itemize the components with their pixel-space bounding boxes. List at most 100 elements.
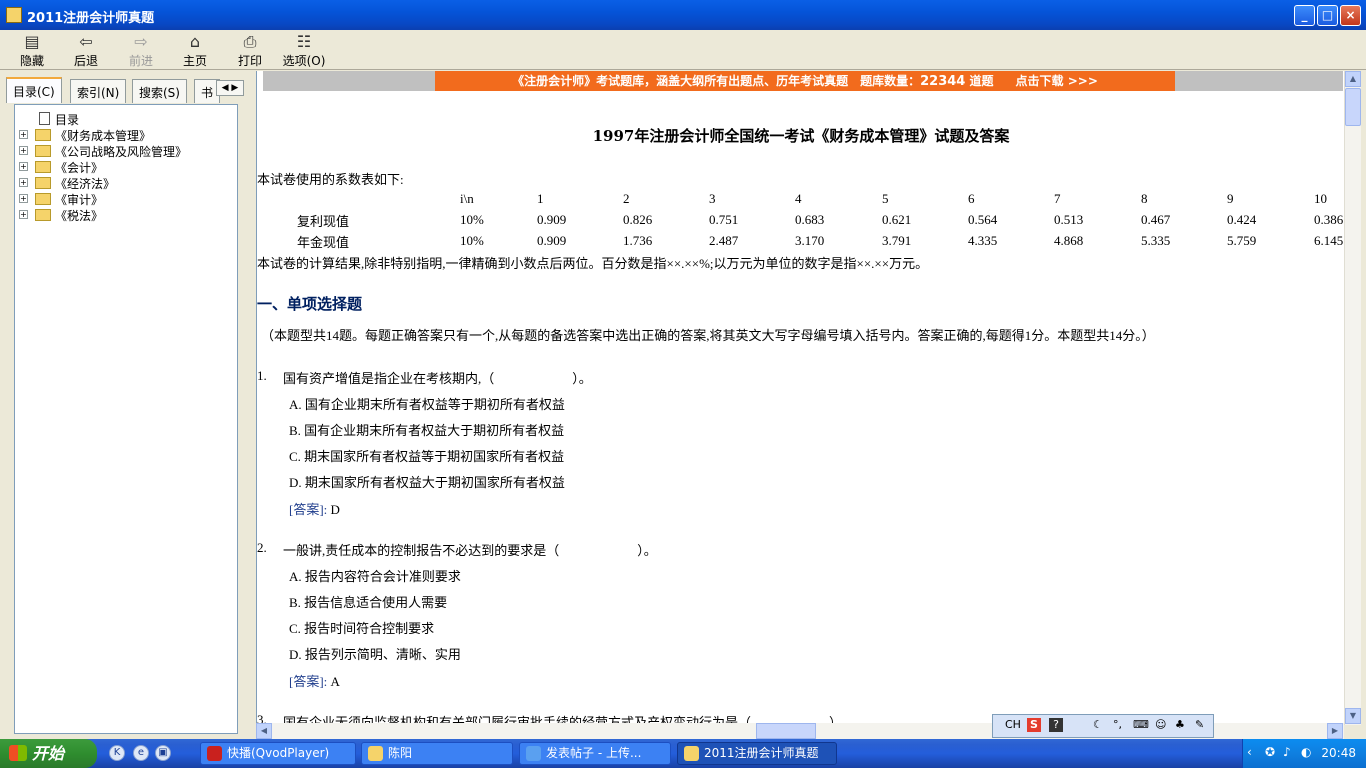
answer-value: A: [330, 674, 340, 689]
tray-expand-icon[interactable]: ‹: [1247, 745, 1252, 759]
question-option: B. 国有企业期末所有者权益大于期初所有者权益: [289, 423, 565, 438]
security-shield-icon[interactable]: ◐: [1301, 745, 1311, 759]
ime-toolbar[interactable]: CH S ? ☾ °, ⌨ ☺ ♣ ✎: [992, 714, 1214, 738]
task-label: 2011注册会计师真题: [704, 746, 819, 760]
banner-text: 《注册会计师》考试题库，涵盖大纲所有出题点、历年考试真题 题库数量：: [512, 74, 921, 88]
volume-icon[interactable]: ♪: [1283, 745, 1291, 759]
window-titlebar[interactable]: 2011注册会计师真题 _ □ ×: [0, 0, 1366, 30]
expand-icon[interactable]: +: [19, 130, 28, 139]
ime-language[interactable]: CH: [1005, 718, 1021, 731]
expand-icon[interactable]: +: [19, 210, 28, 219]
coef-value: 4.335: [968, 233, 998, 248]
coef-value: 0.513: [1054, 212, 1084, 227]
back-arrow-icon: ⇦: [79, 32, 93, 51]
home-button[interactable]: ⌂ 主页: [171, 33, 219, 69]
start-button[interactable]: 开始: [0, 739, 97, 768]
nav-tabs: 目录(C) 索引(N) 搜索(S) 书: [6, 77, 246, 103]
maximize-button[interactable]: □: [1317, 5, 1338, 26]
section-heading: 一、单项选择题: [257, 295, 363, 313]
options-label: 选项(O): [282, 54, 326, 68]
coef-value: 0.424: [1227, 212, 1257, 227]
tree-item-label: 《会计》: [55, 161, 104, 175]
toolbar: ▤ 隐藏 ⇦ 后退 ⇨ 前进 ⌂ 主页 ⎙ 打印 ☷ 选项(O): [0, 30, 1366, 70]
question-text: 国有资产增值是指企业在考核期内,（ ）。: [283, 371, 592, 386]
tab-scroll-arrows[interactable]: ◀ ▶: [216, 80, 244, 96]
question-number: 1.: [257, 368, 267, 383]
expand-icon[interactable]: +: [19, 178, 28, 187]
hide-label: 隐藏: [19, 54, 44, 68]
expand-icon[interactable]: +: [19, 194, 28, 203]
scroll-right-icon[interactable]: ▶: [1327, 723, 1343, 739]
question-number: 2.: [257, 540, 267, 555]
coef-col: 2: [623, 191, 630, 206]
sogou-icon[interactable]: S: [1027, 718, 1041, 732]
expand-icon[interactable]: +: [19, 162, 28, 171]
coef-value: 3.791: [882, 233, 912, 248]
ad-banner[interactable]: 《注册会计师》考试题库，涵盖大纲所有出题点、历年考试真题 题库数量：22344 …: [435, 71, 1175, 91]
scroll-up-icon[interactable]: ▲: [1345, 71, 1361, 87]
tree-item-label: 《公司战略及风险管理》: [55, 145, 188, 159]
contents-tree: 目录 + 《财务成本管理》 + 《公司战略及风险管理》 + 《会计》 + 《经济…: [14, 104, 238, 734]
quicklaunch-k-icon[interactable]: K: [109, 745, 125, 761]
question-option: C. 报告时间符合控制要求: [289, 621, 435, 636]
forward-button[interactable]: ⇨ 前进: [117, 33, 165, 69]
folder-icon: [368, 746, 383, 761]
taskbar: 开始 K e ▣ 快播(QvodPlayer) 陈阳 发表帖子 - 上传... …: [0, 739, 1366, 768]
close-button[interactable]: ×: [1340, 5, 1361, 26]
document-icon: [39, 112, 50, 125]
navigation-pane: 目录(C) 索引(N) 搜索(S) 书 ◀ ▶ 目录 + 《财务成本管理》 + …: [0, 71, 250, 739]
minimize-button[interactable]: _: [1294, 5, 1315, 26]
punctuation-icon[interactable]: °,: [1113, 718, 1122, 731]
task-label: 发表帖子 - 上传...: [546, 746, 642, 760]
question-option: C. 期末国家所有者权益等于期初国家所有者权益: [289, 449, 565, 464]
forward-label: 前进: [128, 54, 153, 68]
precision-note: 本试卷的计算结果,除非特别指明,一律精确到小数点后两位。百分数是指××.××%;…: [257, 256, 929, 271]
home-icon: ⌂: [189, 32, 201, 51]
hide-button[interactable]: ▤ 隐藏: [8, 33, 56, 69]
print-button[interactable]: ⎙ 打印: [226, 33, 274, 69]
wrench-icon[interactable]: ✎: [1195, 718, 1204, 731]
tree-item-label: 《经济法》: [55, 177, 116, 191]
ie-icon[interactable]: e: [133, 745, 149, 761]
scroll-down-icon[interactable]: ▼: [1345, 708, 1361, 724]
options-button[interactable]: ☷ 选项(O): [280, 33, 328, 69]
banner-download-link[interactable]: 点击下载 >>>: [1016, 74, 1098, 88]
coef-col: 10: [1314, 191, 1327, 206]
user-icon[interactable]: ☺: [1155, 718, 1166, 731]
options-icon: ☷: [296, 32, 312, 51]
task-browser[interactable]: 发表帖子 - 上传...: [519, 742, 671, 765]
tab-search[interactable]: 搜索(S): [132, 79, 187, 103]
scroll-left-icon[interactable]: ◀: [256, 723, 272, 739]
qvod-icon: [207, 746, 222, 761]
hscroll-thumb[interactable]: [756, 723, 816, 739]
moon-icon[interactable]: ☾: [1093, 718, 1103, 731]
vertical-scrollbar[interactable]: ▲ ▼: [1344, 71, 1361, 725]
back-button[interactable]: ⇦ 后退: [62, 33, 110, 69]
question-text: 一般讲,责任成本的控制报告不必达到的要求是（ ）。: [283, 543, 657, 558]
home-label: 主页: [182, 54, 207, 68]
clock[interactable]: 20:48: [1321, 746, 1356, 760]
keyboard-icon[interactable]: ⌨: [1133, 718, 1149, 731]
skin-icon[interactable]: ♣: [1175, 718, 1185, 731]
show-desktop-icon[interactable]: ▣: [155, 745, 171, 761]
section-note: （本题型共14题。每题正确答案只有一个,从每题的备选答案中选出正确的答案,将其英…: [261, 328, 1155, 343]
task-help-file[interactable]: 2011注册会计师真题: [677, 742, 837, 765]
tab-index[interactable]: 索引(N): [70, 79, 127, 103]
coef-row-name: 复利现值: [297, 214, 350, 229]
banner-count: 22344: [920, 74, 966, 89]
tab-contents[interactable]: 目录(C): [6, 77, 62, 103]
scroll-thumb[interactable]: [1345, 88, 1361, 126]
expand-icon[interactable]: +: [19, 146, 28, 155]
back-label: 后退: [73, 54, 98, 68]
coef-col: 6: [968, 191, 975, 206]
help-icon[interactable]: ?: [1049, 718, 1063, 732]
question-option: D. 期末国家所有者权益大于期初国家所有者权益: [289, 475, 565, 490]
folder-icon: [35, 129, 51, 141]
task-folder[interactable]: 陈阳: [361, 742, 513, 765]
qq-icon[interactable]: ✪: [1265, 745, 1275, 759]
answer-line: [答案]: A: [289, 671, 340, 690]
content-pane: 《注册会计师》考试题库，涵盖大纲所有出题点、历年考试真题 题库数量：22344 …: [256, 71, 1344, 725]
coef-value: 0.564: [968, 212, 998, 227]
coef-value: 5.759: [1227, 233, 1257, 248]
task-qvodplayer[interactable]: 快播(QvodPlayer): [200, 742, 356, 765]
